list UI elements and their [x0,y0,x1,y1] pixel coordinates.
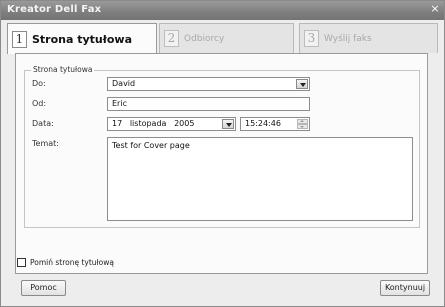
tab-label-recipients: Odbiorcy [184,33,225,44]
date-month: listopada [129,119,167,128]
to-dropdown[interactable]: David [107,77,310,91]
fax-wizard-window: Kreator Dell Fax × 1 Strona tytułowa 2 O… [0,0,445,307]
title-bar[interactable]: Kreator Dell Fax × [1,1,444,20]
skip-cover-checkbox[interactable] [17,258,26,267]
calendar-dropdown-icon[interactable] [222,119,234,129]
date-picker[interactable]: 17 listopada 2005 [107,117,236,131]
spin-down-icon[interactable] [297,124,308,129]
date-year: 2005 [174,119,195,128]
wizard-tab-strip: 1 Strona tytułowa 2 Odbiorcy 3 Wyślij fa… [7,23,438,54]
tab-label-send-fax: Wyślij faks [324,33,372,44]
tab-number-1: 1 [12,30,27,48]
from-field[interactable]: Eric [107,97,310,111]
continue-button[interactable]: Kontynuuj [380,280,430,296]
date-day: 17 [112,119,123,128]
group-legend: Strona tytułowa [31,65,95,74]
subject-value: Test for Cover page [112,141,190,150]
time-field[interactable]: 15:24:46 [240,117,310,131]
subject-label: Temat: [32,139,59,148]
window-title: Kreator Dell Fax [7,4,102,15]
tab-send-fax[interactable]: 3 Wyślij faks [299,23,438,53]
subject-textarea[interactable]: Test for Cover page [107,137,413,221]
close-icon[interactable]: × [429,2,441,16]
to-value: David [112,79,136,88]
from-value: Eric [112,99,127,108]
tab-content-panel: Strona tytułowa Do: David Od: Eric Data:… [15,53,428,274]
from-label: Od: [32,99,47,108]
cover-page-group: Strona tytułowa Do: David Od: Eric Data:… [24,65,420,228]
skip-cover-row[interactable]: Pomiń stronę tytułową [17,258,114,267]
tab-recipients[interactable]: 2 Odbiorcy [159,23,294,53]
tab-number-2: 2 [164,30,179,47]
tab-cover-page[interactable]: 1 Strona tytułowa [7,23,157,54]
time-spinner[interactable] [297,119,308,130]
date-label: Data: [32,119,54,128]
time-value: 15:24:46 [245,119,281,128]
skip-cover-label[interactable]: Pomiń stronę tytułową [30,258,114,267]
tab-label-cover-page: Strona tytułowa [32,32,132,46]
help-button[interactable]: Pomoc [21,280,66,296]
chevron-down-icon[interactable] [296,79,308,89]
tab-number-3: 3 [304,30,319,47]
to-label: Do: [32,79,46,88]
